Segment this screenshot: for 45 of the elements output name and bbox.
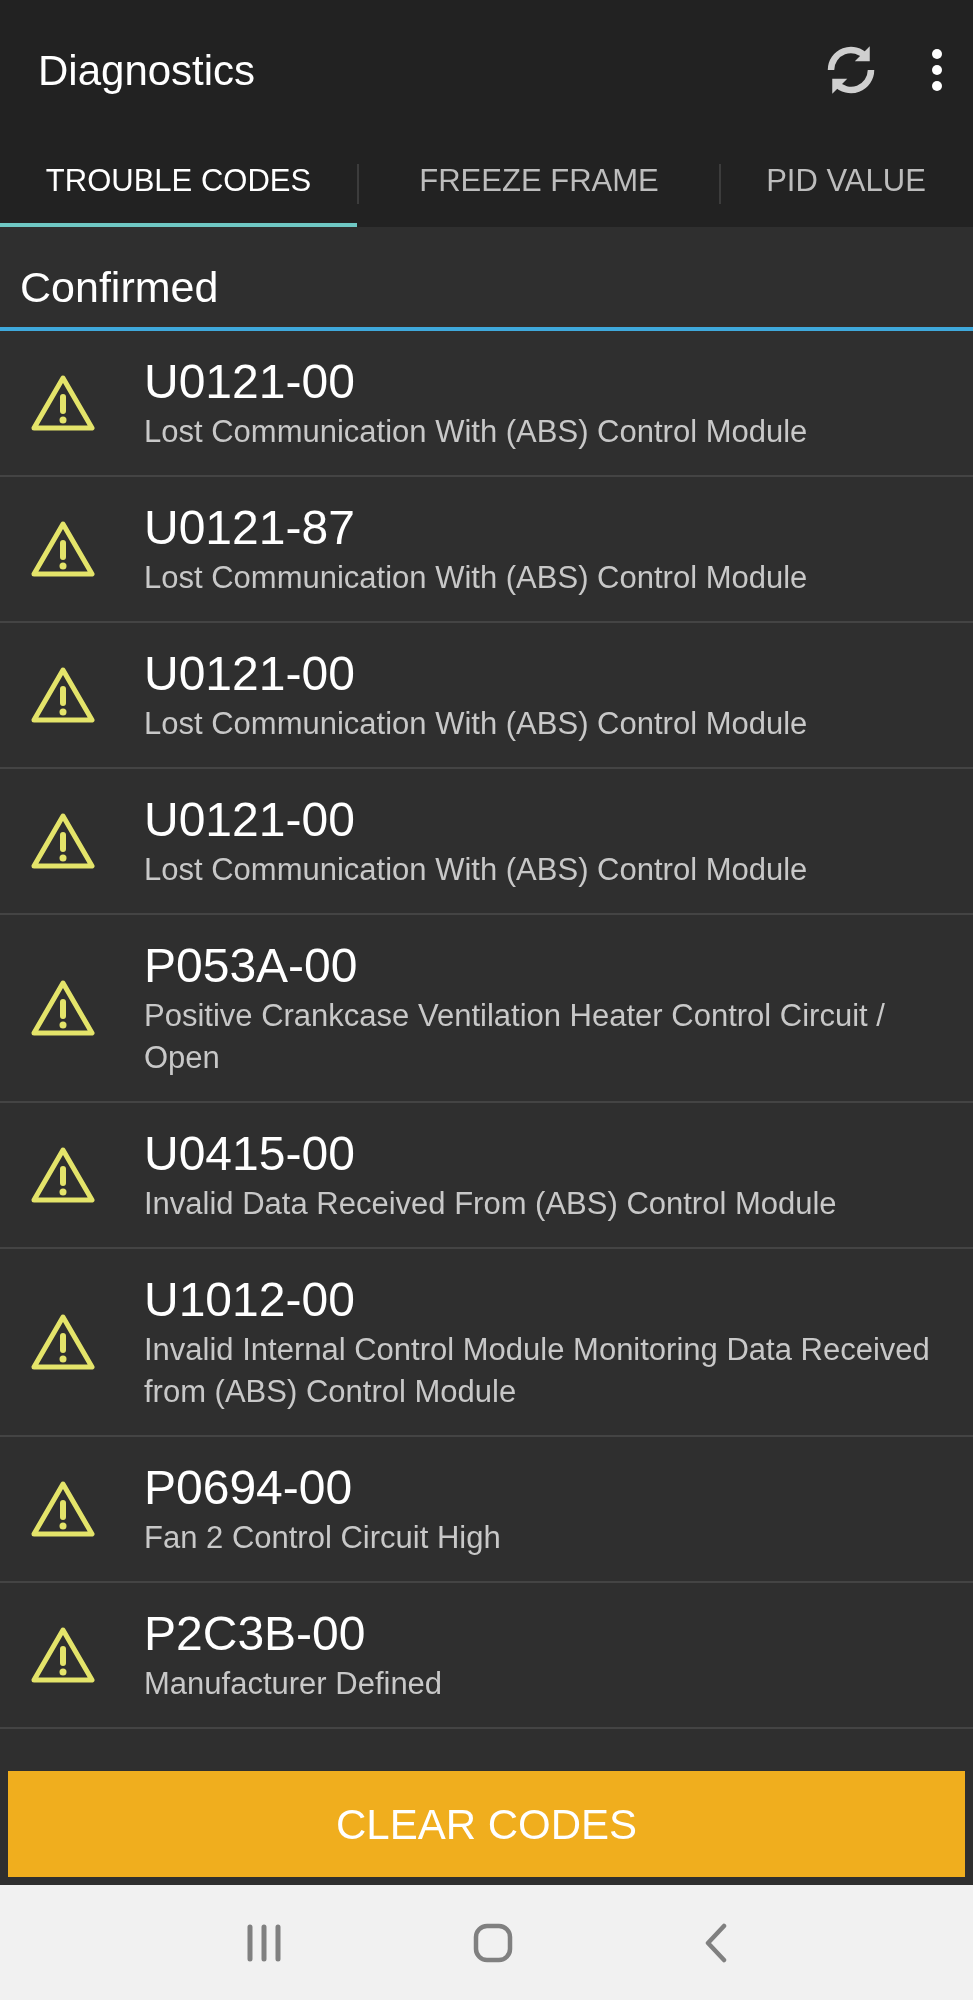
warning-icon	[30, 812, 96, 870]
warning-icon	[30, 374, 96, 432]
more-options-icon[interactable]	[931, 48, 943, 92]
warning-icon	[30, 666, 96, 724]
code-description: Lost Communication With (ABS) Control Module	[144, 413, 808, 451]
code-description: Positive Crankcase Ventilation Heater Control Circuit / Open	[144, 997, 886, 1077]
warning-icon	[30, 1146, 96, 1204]
code-text: U0415-00	[144, 1126, 356, 1182]
code-text: P0694-00	[144, 1460, 354, 1516]
trouble-code-row[interactable]: P0694-00 Fan 2 Control Circuit High	[0, 1437, 973, 1583]
trouble-code-row[interactable]: U0121-00 Lost Communication With (ABS) Control Module	[0, 769, 973, 915]
tab[interactable]: FREEZE FRAME	[359, 140, 719, 227]
warning-icon	[30, 1626, 96, 1684]
code-text: U1012-00	[144, 1272, 356, 1328]
code-description: Lost Communication With (ABS) Control Module	[144, 851, 808, 889]
warning-icon	[30, 979, 96, 1037]
code-description: Lost Communication With (ABS) Control Module	[144, 559, 808, 597]
code-text: U0121-87	[144, 500, 356, 556]
trouble-code-row[interactable]: U0121-00 Lost Communication With (ABS) Control Module	[0, 331, 973, 477]
code-text: P2C3B-00	[144, 1606, 367, 1662]
app-title: Diagnostics	[38, 45, 257, 96]
warning-icon	[30, 520, 96, 578]
warning-icon	[30, 1313, 96, 1371]
code-description: Manufacturer Defined	[144, 1665, 443, 1703]
section-header: Confirmed	[20, 261, 219, 313]
code-description: Invalid Internal Control Module Monitoring Data Received from (ABS) Control Module	[144, 1331, 931, 1411]
trouble-code-row[interactable]: U0415-00 Invalid Data Received From (ABS) Control Module	[0, 1103, 973, 1249]
back-icon[interactable]	[703, 1922, 728, 1963]
tab[interactable]: PID VALUE	[721, 140, 971, 227]
code-description: Fan 2 Control Circuit High	[144, 1519, 501, 1557]
home-icon[interactable]	[472, 1922, 513, 1963]
code-text: P053A-00	[144, 938, 359, 994]
tab[interactable]: TROUBLE CODES	[0, 140, 357, 227]
code-description: Invalid Data Received From (ABS) Control Module	[144, 1185, 837, 1223]
trouble-code-row[interactable]: P053A-00 Positive Crankcase Ventilation Heater Control Circuit / Open	[0, 915, 973, 1103]
trouble-code-row[interactable]: U0121-00 Lost Communication With (ABS) Control Module	[0, 623, 973, 769]
trouble-code-row[interactable]: P2C3B-00 Manufacturer Defined	[0, 1583, 973, 1729]
code-description: Lost Communication With (ABS) Control Module	[144, 705, 808, 743]
trouble-code-row[interactable]: U0121-87 Lost Communication With (ABS) Control Module	[0, 477, 973, 623]
code-text: U0121-00	[144, 646, 356, 702]
code-text: U0121-00	[144, 792, 356, 848]
trouble-code-row[interactable]: U1012-00 Invalid Internal Control Module Monitoring Data Received from (ABS) Control Module	[0, 1249, 973, 1437]
warning-icon	[30, 1480, 96, 1538]
code-text: U0121-00	[144, 354, 356, 410]
recent-apps-icon[interactable]	[245, 1923, 282, 1962]
